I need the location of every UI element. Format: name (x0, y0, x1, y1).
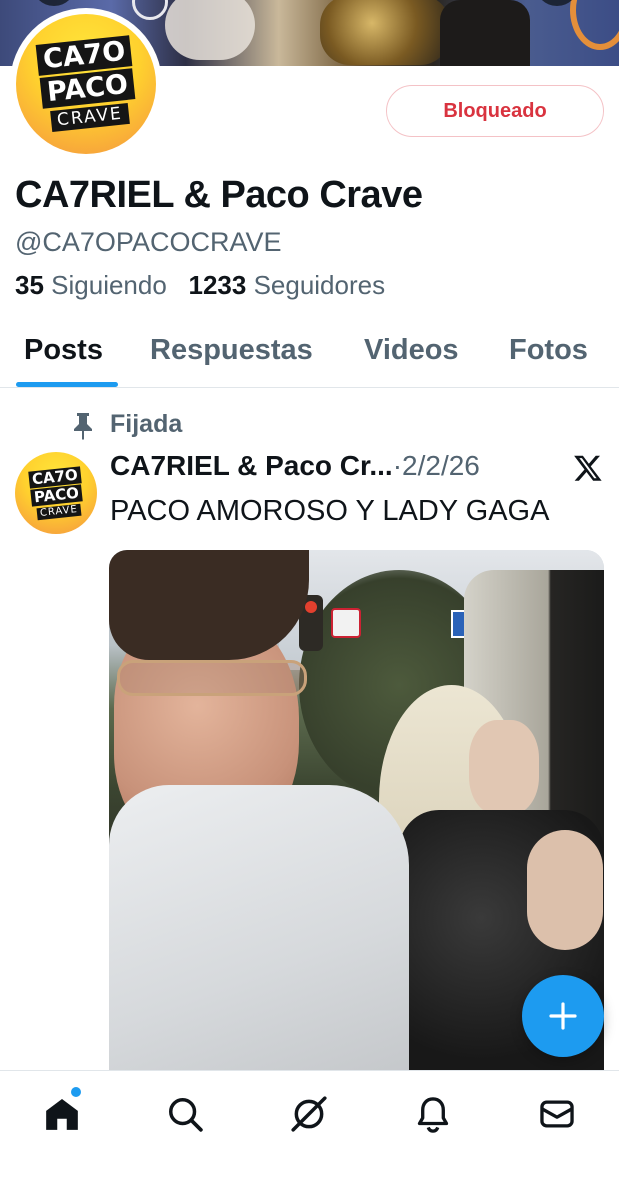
grok-icon[interactable] (290, 1095, 328, 1133)
post-header: CA7RIEL & Paco Cr...·2/2/26 (110, 450, 480, 482)
bottom-navigation (0, 1070, 619, 1200)
banner-image-part (132, 0, 168, 20)
follow-stats: 35 Siguiendo 1233 Seguidores (15, 270, 385, 301)
post-author-avatar[interactable]: CA7O PACO CRAVE (15, 452, 97, 534)
photo-region (469, 720, 539, 815)
blocked-button[interactable]: Bloqueado (386, 85, 604, 137)
post-author-name[interactable]: CA7RIEL & Paco Cr... (110, 450, 393, 481)
following-label: Siguiendo (51, 270, 167, 300)
followers-link[interactable]: 1233 Seguidores (188, 270, 385, 300)
photo-region (527, 830, 603, 950)
profile-tabs: Posts Respuestas Videos Fotos (0, 320, 619, 388)
tab-replies[interactable]: Respuestas (150, 334, 313, 367)
post-separator: · (392, 450, 403, 481)
mail-icon[interactable] (538, 1095, 576, 1133)
photo-region (117, 660, 307, 696)
bell-icon[interactable] (414, 1095, 452, 1133)
notification-dot (71, 1087, 81, 1097)
compose-button[interactable] (522, 975, 604, 1057)
logo-text: CRAVE (50, 102, 130, 133)
search-icon[interactable] (166, 1095, 204, 1133)
photo-region (109, 785, 409, 1080)
active-tab-indicator (16, 382, 118, 387)
logo-text: PACO (29, 483, 83, 507)
profile-handle: @CA7OPACOCRAVE (15, 227, 282, 257)
x-logo-icon[interactable] (573, 453, 603, 483)
banner-image-part (320, 0, 450, 65)
avatar-logo: CA7O PACO CRAVE (16, 14, 156, 154)
tab-photos[interactable]: Fotos (509, 334, 588, 367)
profile-name: CA7RIEL & Paco Crave (15, 174, 423, 216)
following-link[interactable]: 35 Siguiendo (15, 270, 167, 300)
photo-region (331, 608, 361, 638)
post-date[interactable]: 2/2/26 (402, 450, 480, 481)
tab-videos[interactable]: Videos (364, 334, 459, 367)
plus-icon (549, 1002, 577, 1030)
logo-text: CRAVE (36, 503, 81, 520)
tab-posts[interactable]: Posts (24, 334, 103, 367)
post-text: PACO AMOROSO Y LADY GAGA (110, 495, 550, 527)
followers-label: Seguidores (253, 270, 386, 300)
pinned-label: Fijada (110, 410, 183, 438)
back-button[interactable] (32, 0, 76, 6)
profile-avatar[interactable]: CA7O PACO CRAVE (10, 8, 162, 160)
pin-icon (74, 413, 92, 440)
following-count: 35 (15, 270, 44, 300)
home-icon[interactable] (43, 1095, 81, 1133)
banner-image-part (570, 0, 619, 50)
banner-image-part (440, 0, 530, 66)
banner-image-part (165, 0, 255, 60)
followers-count: 1233 (188, 270, 247, 300)
